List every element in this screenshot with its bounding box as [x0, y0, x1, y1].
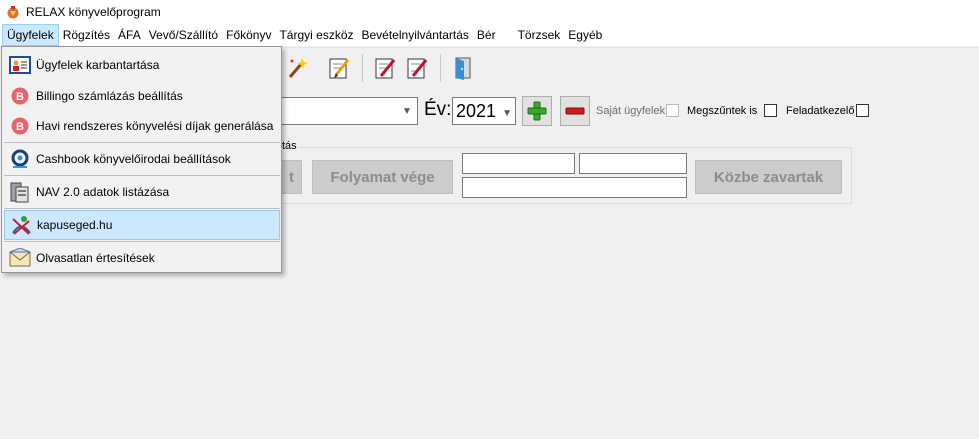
- exit-door-icon[interactable]: [450, 55, 476, 81]
- client-combo[interactable]: ▼: [270, 97, 418, 125]
- chevron-down-icon: ▼: [502, 108, 512, 119]
- wizard-wand-icon[interactable]: [284, 55, 310, 81]
- add-year-button[interactable]: [522, 96, 552, 126]
- relax-app-icon: [7, 6, 19, 19]
- year-value: 2021: [456, 101, 497, 121]
- ugyfelek-dropdown-menu: Ügyfelek karbantartása B Billingo számlá…: [1, 46, 282, 273]
- menu-item-label: Cashbook könyvelőirodai beállítások: [36, 152, 231, 166]
- year-label: Év:: [424, 99, 452, 120]
- text-field-2[interactable]: [579, 153, 687, 174]
- nav-document-icon: [8, 180, 32, 204]
- year-select[interactable]: 2021 ▼: [452, 97, 516, 125]
- menu-targyi-eszkoz[interactable]: Tárgyi eszköz: [275, 24, 357, 46]
- menu-separator: [4, 142, 280, 143]
- menu-afa[interactable]: ÁFA: [114, 24, 145, 46]
- toolbar-separator: [362, 54, 363, 82]
- start-button[interactable]: t: [282, 160, 302, 194]
- menu-egyeb[interactable]: Egyéb: [564, 24, 606, 46]
- text-field-1[interactable]: [462, 153, 575, 174]
- edit-red-document-2-icon[interactable]: [404, 55, 430, 81]
- menu-separator: [4, 208, 280, 209]
- edit-red-document-icon[interactable]: [372, 55, 398, 81]
- edit-document-icon[interactable]: [326, 55, 352, 81]
- menu-item-ugyfelek-karbantartasa[interactable]: Ügyfelek karbantartása: [4, 50, 280, 80]
- text-field-3[interactable]: [462, 177, 687, 198]
- chevron-down-icon[interactable]: ▼: [399, 100, 415, 122]
- menu-item-label: Olvasatlan értesítések: [36, 251, 155, 265]
- envelope-icon: [8, 246, 32, 270]
- svg-text:B: B: [16, 91, 24, 103]
- menu-item-cashbook[interactable]: Cashbook könyvelőirodai beállítások: [4, 144, 280, 174]
- menu-bar: Ügyfelek Rögzítés ÁFA Vevő/Szállító Főkö…: [0, 24, 979, 46]
- menu-rogzites[interactable]: Rögzítés: [59, 24, 114, 46]
- menu-torzsek[interactable]: Törzsek: [514, 24, 565, 46]
- client-card-icon: [8, 53, 32, 77]
- menu-separator: [4, 241, 280, 242]
- minus-icon: [565, 107, 585, 115]
- menu-item-kapuseged[interactable]: kapuseged.hu: [4, 210, 280, 240]
- menu-item-nav-adatok[interactable]: NAV 2.0 adatok listázása: [4, 177, 280, 207]
- own-clients-label: Saját ügyfelek: [596, 105, 666, 117]
- toolbar-separator: [440, 54, 441, 82]
- svg-text:B: B: [16, 121, 24, 133]
- discontinued-label: Megszűntek is: [687, 105, 758, 117]
- discontinued-checkbox[interactable]: [764, 104, 777, 117]
- groupbox-legend: tás: [282, 140, 299, 152]
- kapuseged-icon: [9, 213, 33, 237]
- title-bar: RELAX könyvelőprogram: [0, 0, 979, 24]
- menu-vevo-szallito[interactable]: Vevő/Szállító: [145, 24, 222, 46]
- window-title: RELAX könyvelőprogram: [26, 5, 161, 19]
- menu-fokonyv[interactable]: Főkönyv: [222, 24, 275, 46]
- menu-item-label: Billingo számlázás beállítás: [36, 89, 183, 103]
- billingo-icon: B: [8, 84, 32, 108]
- menu-item-olvasatlan-ertesitesek[interactable]: Olvasatlan értesítések: [4, 243, 280, 273]
- process-groupbox: tás t Folyamat vége Közbe zavartak: [281, 140, 852, 204]
- menu-item-label: NAV 2.0 adatok listázása: [36, 185, 170, 199]
- menu-ugyfelek[interactable]: Ügyfelek: [2, 24, 59, 46]
- task-manager-label: Feladatkezelő: [786, 105, 855, 117]
- closed-button[interactable]: Közbe zavartak: [695, 160, 842, 194]
- menu-bevetelnyilvantartas[interactable]: Bevételnyilvántartás: [358, 24, 473, 46]
- own-clients-checkbox[interactable]: [666, 104, 679, 117]
- menu-item-havi-dijak[interactable]: B Havi rendszeres könyvelési díjak gener…: [4, 111, 280, 141]
- menu-item-label: Havi rendszeres könyvelési díjak generál…: [36, 119, 274, 133]
- menu-separator: [4, 175, 280, 176]
- plus-icon: [527, 101, 547, 121]
- process-end-button[interactable]: Folyamat vége: [312, 160, 453, 194]
- menu-item-label: Ügyfelek karbantartása: [36, 58, 160, 72]
- menu-ber[interactable]: Bér: [473, 24, 500, 46]
- menu-item-billingo-szamlazas[interactable]: B Billingo számlázás beállítás: [4, 81, 280, 111]
- menu-item-label: kapuseged.hu: [37, 218, 113, 232]
- cashbook-icon: [8, 147, 32, 171]
- remove-year-button[interactable]: [560, 96, 590, 126]
- billingo-icon: B: [8, 114, 32, 138]
- task-manager-checkbox[interactable]: [856, 104, 869, 117]
